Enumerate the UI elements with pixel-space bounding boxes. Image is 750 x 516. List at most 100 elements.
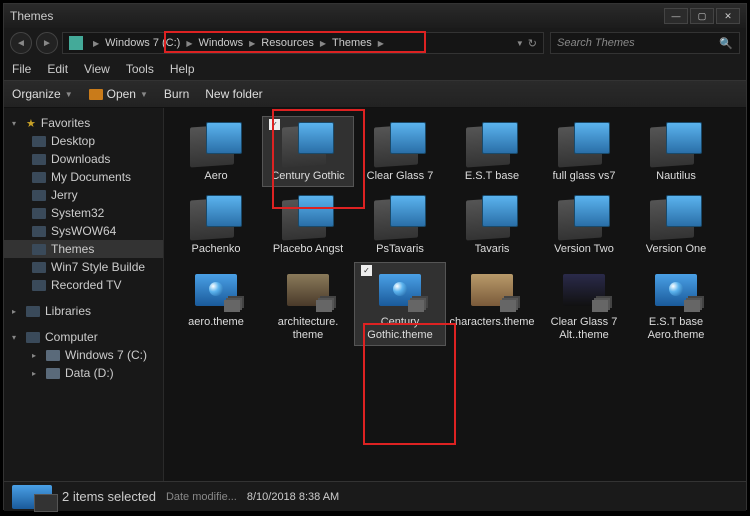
folder-icon xyxy=(556,193,612,241)
status-count: 2 items selected xyxy=(62,489,156,504)
item-label: aero.theme xyxy=(188,316,244,329)
content-pane[interactable]: Aero ✓ Century Gothic Clear Glass 7 E.S.T ba… xyxy=(164,108,746,481)
item-label: Nautilus xyxy=(656,170,696,183)
chevron-down-icon[interactable]: ▼ xyxy=(516,39,524,48)
sidebar-favorites[interactable]: ▾★Favorites xyxy=(4,114,163,132)
expand-icon[interactable]: ▸ xyxy=(32,369,41,378)
folder-item[interactable]: Version One xyxy=(630,189,722,260)
item-label: characters.theme xyxy=(450,316,535,329)
folder-icon xyxy=(648,120,704,168)
breadcrumb-seg[interactable]: Resources xyxy=(261,37,314,49)
item-label: Clear Glass 7 xyxy=(367,170,434,183)
folder-item[interactable]: Aero xyxy=(170,116,262,187)
search-placeholder: Search Themes xyxy=(557,37,635,49)
item-label: Clear Glass 7 Alt..theme xyxy=(540,316,628,342)
burn-button[interactable]: Burn xyxy=(164,87,189,101)
theme-file-item[interactable]: architecture.theme xyxy=(262,262,354,346)
checkbox-icon[interactable]: ✓ xyxy=(269,119,280,130)
folder-item[interactable]: ✓ Century Gothic xyxy=(262,116,354,187)
folder-item[interactable]: Placebo Angst xyxy=(262,189,354,260)
sidebar-item-windows-7-c-[interactable]: ▸Windows 7 (C:) xyxy=(4,346,163,364)
menu-edit[interactable]: Edit xyxy=(47,62,68,76)
breadcrumb[interactable]: ▶ Windows 7 (C:) ▶ Windows ▶ Resources ▶… xyxy=(62,32,544,54)
status-preview-icon xyxy=(12,485,52,509)
folder-item[interactable]: Version Two xyxy=(538,189,630,260)
folder-item[interactable]: Pachenko xyxy=(170,189,262,260)
sidebar-computer[interactable]: ▾Computer xyxy=(4,328,163,346)
organize-button[interactable]: Organize ▼ xyxy=(12,87,73,101)
folder-item[interactable]: PsTavaris xyxy=(354,189,446,260)
folder-icon xyxy=(32,262,46,273)
chevron-right-icon: ▶ xyxy=(249,39,255,48)
folder-icon xyxy=(188,120,244,168)
forward-button[interactable]: ► xyxy=(36,32,58,54)
menu-file[interactable]: File xyxy=(12,62,31,76)
folder-item[interactable]: Nautilus xyxy=(630,116,722,187)
sidebar-item-system32[interactable]: System32 xyxy=(4,204,163,222)
sidebar-item-syswow64[interactable]: SysWOW64 xyxy=(4,222,163,240)
window-title: Themes xyxy=(10,9,53,23)
theme-icon xyxy=(188,266,244,314)
menu-tools[interactable]: Tools xyxy=(126,62,154,76)
folder-icon xyxy=(188,193,244,241)
explorer-window: Themes — ▢ ✕ ◄ ► ▶ Windows 7 (C:) ▶ Wind… xyxy=(3,3,747,510)
sidebar-item-themes[interactable]: Themes xyxy=(4,240,163,258)
folder-icon xyxy=(32,280,46,291)
new-folder-button[interactable]: New folder xyxy=(205,87,262,101)
item-label: Version One xyxy=(646,243,707,256)
folder-icon xyxy=(556,120,612,168)
minimize-button[interactable]: — xyxy=(664,8,688,24)
back-button[interactable]: ◄ xyxy=(10,32,32,54)
titlebar[interactable]: Themes — ▢ ✕ xyxy=(4,4,746,28)
folder-open-icon xyxy=(89,89,103,100)
sidebar-item-my-documents[interactable]: My Documents xyxy=(4,168,163,186)
theme-icon xyxy=(464,266,520,314)
maximize-button[interactable]: ▢ xyxy=(690,8,714,24)
menu-help[interactable]: Help xyxy=(170,62,195,76)
breadcrumb-seg[interactable]: Windows xyxy=(199,37,244,49)
item-label: Placebo Angst xyxy=(273,243,343,256)
drive-icon xyxy=(46,350,60,361)
theme-icon xyxy=(648,266,704,314)
item-label: Century Gothic.theme xyxy=(356,316,444,342)
breadcrumb-seg[interactable]: Windows 7 (C:) xyxy=(105,37,180,49)
item-label: Century Gothic xyxy=(271,170,344,183)
sidebar: ▾★Favorites DesktopDownloadsMy Documents… xyxy=(4,108,164,481)
expand-icon[interactable]: ▸ xyxy=(32,351,41,360)
menubar: File Edit View Tools Help xyxy=(4,58,746,80)
expand-icon[interactable]: ▸ xyxy=(12,307,21,316)
sidebar-item-recorded-tv[interactable]: Recorded TV xyxy=(4,276,163,294)
sidebar-item-jerry[interactable]: Jerry xyxy=(4,186,163,204)
theme-file-item[interactable]: E.S.T base Aero.theme xyxy=(630,262,722,346)
menu-view[interactable]: View xyxy=(84,62,110,76)
theme-file-item[interactable]: aero.theme xyxy=(170,262,262,346)
expand-icon[interactable]: ▾ xyxy=(12,119,21,128)
sidebar-item-data-d-[interactable]: ▸Data (D:) xyxy=(4,364,163,382)
breadcrumb-seg[interactable]: Themes xyxy=(332,37,372,49)
folder-item[interactable]: Clear Glass 7 xyxy=(354,116,446,187)
theme-icon xyxy=(556,266,612,314)
theme-file-item[interactable]: Clear Glass 7 Alt..theme xyxy=(538,262,630,346)
sidebar-item-desktop[interactable]: Desktop xyxy=(4,132,163,150)
folder-item[interactable]: Tavaris xyxy=(446,189,538,260)
sidebar-item-downloads[interactable]: Downloads xyxy=(4,150,163,168)
folder-item[interactable]: full glass vs7 xyxy=(538,116,630,187)
search-input[interactable]: Search Themes 🔍 xyxy=(550,32,740,54)
theme-file-item[interactable]: ✓ Century Gothic.theme xyxy=(354,262,446,346)
item-label: Aero xyxy=(204,170,227,183)
sidebar-libraries[interactable]: ▸Libraries xyxy=(4,302,163,320)
search-icon: 🔍 xyxy=(719,37,733,50)
folder-item[interactable]: E.S.T base xyxy=(446,116,538,187)
theme-file-item[interactable]: characters.theme xyxy=(446,262,538,346)
checkbox-icon[interactable]: ✓ xyxy=(361,265,372,276)
folder-icon xyxy=(32,226,46,237)
status-date-label: Date modifie... xyxy=(166,491,237,503)
item-label: E.S.T base xyxy=(465,170,519,183)
folder-icon xyxy=(32,154,46,165)
item-label: architecture.theme xyxy=(278,316,339,342)
sidebar-item-win7-style-builde[interactable]: Win7 Style Builde xyxy=(4,258,163,276)
expand-icon[interactable]: ▾ xyxy=(12,333,21,342)
open-button[interactable]: Open ▼ xyxy=(89,87,148,101)
close-button[interactable]: ✕ xyxy=(716,8,740,24)
refresh-icon[interactable]: ↻ xyxy=(528,37,537,50)
